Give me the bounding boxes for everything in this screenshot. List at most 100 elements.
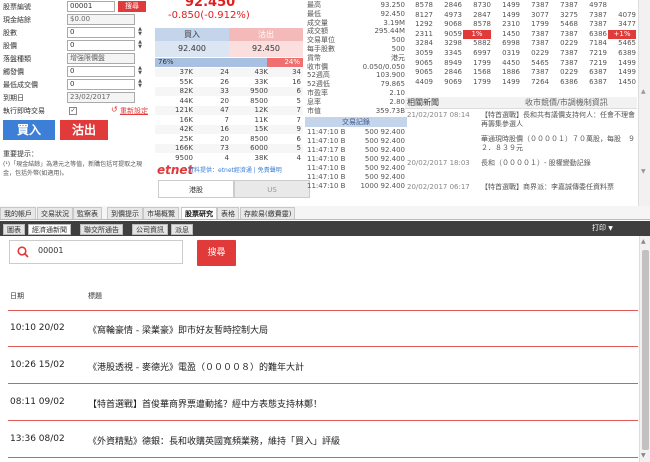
ask-price[interactable]: 92.450: [229, 41, 303, 57]
notice-title: 重要提示：: [3, 150, 38, 158]
min-lot-input[interactable]: 0: [67, 79, 135, 90]
nav-tab[interactable]: 存款易(繳費靈): [240, 207, 296, 219]
stat-row: 每手股數 500: [305, 45, 407, 54]
queue-cell: 55K: [179, 77, 194, 86]
order-type-select[interactable]: 增強限價盤: [67, 53, 135, 64]
news-title[interactable]: 華通現時股價（００００１）７０萬股，每股 ９２．８３９元: [481, 135, 637, 155]
queue-cell: 47: [220, 106, 229, 114]
nav-tab[interactable]: 表格: [217, 207, 239, 219]
exec-label: 執行即時交易: [3, 107, 45, 115]
queue-row: 25K 20 8500 6: [155, 134, 303, 144]
news-scrollbar[interactable]: ▲ ▼: [639, 236, 650, 462]
min-lot-row: 最低成交價 0 ▲ ▼: [3, 79, 153, 91]
nav-tab[interactable]: 到價提示: [107, 207, 143, 219]
cash-select[interactable]: $0.00: [67, 14, 135, 25]
sell-button[interactable]: 沽出: [60, 120, 108, 140]
grid-cell: 2310: [502, 20, 520, 29]
sub-tab[interactable]: 派息: [171, 224, 193, 235]
grid-row: 8578 2846 8730 1499 7387 7387 4978: [405, 1, 637, 10]
grid-cell: 7387: [560, 58, 578, 67]
scroll-up-icon[interactable]: ▲: [641, 88, 646, 95]
scroll-down-icon[interactable]: ▼: [641, 452, 646, 459]
shares-stepper-icon[interactable]: ▲ ▼: [137, 27, 143, 38]
reset-link[interactable]: 重新設定: [120, 105, 148, 117]
price-input[interactable]: 0: [67, 40, 135, 51]
related-news-item[interactable]: 20/02/2017 18:03 長和（００００１）- 股權變動記錄: [405, 159, 637, 181]
tab-us-stock[interactable]: US: [234, 180, 310, 198]
trigger-row: 觸發價 0 ▲ ▼: [3, 66, 153, 78]
grid-cell: 2847: [473, 10, 491, 19]
reset-icon[interactable]: ↺: [111, 105, 119, 114]
expiry-select[interactable]: 23/02/2017: [67, 92, 135, 103]
grid-cell: 7387: [531, 39, 549, 48]
news-date: 20/02/2017 18:03: [407, 159, 470, 167]
exec-row: 執行即時交易 ✓ ↺ 重新設定: [3, 105, 153, 117]
queue-cell: 24: [220, 68, 229, 76]
news-item-title[interactable]: 【特首選戰】首俊華商界票遭動搖？經中方表態支持林鄭！: [88, 397, 322, 410]
news-item-title[interactable]: 《外資精點》德銀：長和收購英國寬頻業務，維持「買入」評級: [88, 434, 340, 447]
grid-cell: 8730: [473, 1, 491, 9]
trade-time: 11:47:10 B: [307, 173, 346, 181]
queue-cell: 121K: [175, 106, 193, 114]
news-title[interactable]: 長和（００００１）- 股權變動記錄: [481, 159, 637, 179]
nav-tab[interactable]: 股票研究: [181, 207, 217, 219]
grid-cell: 4450: [502, 58, 520, 67]
sub-tab[interactable]: 經濟通新聞: [28, 224, 71, 235]
news-title[interactable]: 【特首選戰】商界派：李嘉誠傳委任資料票: [481, 183, 637, 203]
min-lot-stepper-icon[interactable]: ▲ ▼: [137, 79, 143, 90]
queue-cell: 16K: [179, 115, 194, 124]
queue-cell: 166K: [175, 144, 193, 152]
stock-code-input[interactable]: 00001: [67, 1, 115, 12]
related-news-item[interactable]: 華通現時股價（００００１）７０萬股，每股 ９２．８３９元: [405, 135, 637, 157]
shares-input[interactable]: 0: [67, 27, 135, 38]
price-stepper-icon[interactable]: ▲ ▼: [137, 40, 143, 51]
sub-tab[interactable]: 聯交所通告: [80, 224, 123, 235]
nav-tab[interactable]: 市場概覽: [143, 207, 179, 219]
news-item-title[interactable]: 《窩輪豪情 - 梁業豪》即市好友暫時控制大局: [88, 323, 268, 336]
stock-code-label: 股票編號: [3, 3, 31, 11]
stock-search-button[interactable]: 搜尋: [118, 1, 146, 12]
trade-time: 11:47:10 B: [307, 137, 346, 145]
sub-tab[interactable]: 圖表: [3, 224, 25, 235]
news-list-item[interactable]: 10:26 15/02 《港股透視 - 麥德光》電盈（００００８）的難年大計: [8, 348, 638, 384]
bid-ask-ratio-bar: 76% 24%: [155, 58, 303, 67]
nav-tab[interactable]: 監察表: [73, 207, 102, 219]
nav-tab[interactable]: 我的帳戶: [0, 207, 36, 219]
trigger-input[interactable]: 0: [67, 66, 135, 77]
news-item-title[interactable]: 《港股透視 - 麥德光》電盈（００００８）的難年大計: [88, 360, 304, 373]
news-list-item[interactable]: 10:10 20/02 《窩輪豪情 - 梁業豪》即市好友暫時控制大局: [8, 311, 638, 347]
data-source-label[interactable]: 資料提供：etnet經濟通 | 免責聲明: [188, 165, 282, 174]
search-button[interactable]: 搜尋: [197, 240, 236, 266]
nav-tab[interactable]: 交易狀況: [37, 207, 73, 219]
buy-button[interactable]: 買入: [3, 120, 55, 140]
related-news-item[interactable]: 21/02/2017 08:14 【特首選戰】長和共有議價支持何人：任會不理會再籌…: [405, 111, 637, 133]
scroll-thumb[interactable]: [642, 250, 649, 450]
print-button[interactable]: 打印 ▼: [592, 221, 613, 236]
news-search-box[interactable]: 00001: [9, 240, 183, 264]
scroll-up-icon[interactable]: ▲: [641, 238, 646, 245]
stat-row: 最高 93.250: [305, 1, 407, 10]
sub-tab[interactable]: 公司資訊: [132, 224, 168, 235]
queue-cell: 5: [296, 144, 301, 152]
grid-cell: 1799: [473, 77, 491, 86]
trigger-stepper-icon[interactable]: ▲ ▼: [137, 66, 143, 77]
news-title[interactable]: 【特首選戰】長和共有議價支持何人：任會不理會再籌集參選人: [481, 111, 637, 131]
news-list-item[interactable]: 08:11 09/02 【特首選戰】首俊華商界票遭動搖？經中方表態支持林鄭！: [8, 385, 638, 421]
tab-hk-stock[interactable]: 港股: [158, 180, 234, 198]
print-label: 打印: [592, 224, 606, 232]
search-input[interactable]: 00001: [38, 246, 63, 255]
news-list-item[interactable]: 13:36 08/02 《外資精點》德銀：長和收購英國寬頻業務，維持「買入」評級: [8, 422, 638, 458]
grid-cell: 1799: [531, 20, 549, 29]
grid-cell: 0319: [502, 49, 520, 57]
related-news-item[interactable]: 20/02/2017 06:17 【特首選戰】商界派：李嘉誠傳委任資料票: [405, 183, 637, 205]
bid-price[interactable]: 92.400: [155, 41, 229, 57]
queue-cell: 8500: [250, 96, 268, 105]
exec-checkbox[interactable]: ✓: [69, 107, 77, 115]
queue-cell: 6: [296, 87, 301, 95]
auction-info-link[interactable]: 收市競價/市調機制資訊: [525, 97, 608, 109]
queue-cell: 12K: [254, 106, 269, 114]
grid-cell: 3477: [618, 20, 636, 29]
scroll-down-icon[interactable]: ▼: [641, 168, 646, 175]
grid-row: 2311 9059 1% 1450 7387 7387 6386 +1%: [405, 29, 637, 39]
top-scrollbar[interactable]: ▲ ▼: [638, 0, 650, 207]
